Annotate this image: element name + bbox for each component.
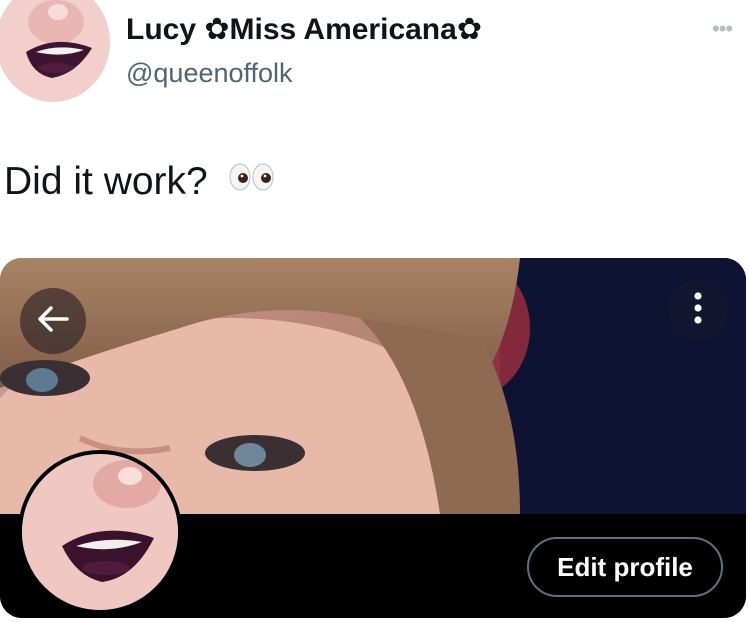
tweet-text-content: Did it work? [4,160,208,203]
attached-image[interactable]: Edit profile [0,258,746,618]
more-options-button[interactable] [668,280,728,340]
tweet: Lucy ✿Miss Americana✿ @queenoffolk ••• D… [0,0,748,622]
arrow-left-icon [37,305,69,338]
tweet-text: Did it work? [4,160,275,206]
profile-avatar[interactable] [18,450,182,614]
user-handle[interactable]: @queenoffolk [126,58,293,89]
edit-profile-button[interactable]: Edit profile [527,537,723,597]
eyes-emoji-icon [229,158,275,202]
ellipsis-icon[interactable]: ••• [712,18,733,40]
back-button[interactable] [20,288,86,354]
author-avatar[interactable] [0,0,110,102]
display-name[interactable]: Lucy ✿Miss Americana✿ [126,12,482,47]
vertical-ellipsis-icon [693,291,703,330]
